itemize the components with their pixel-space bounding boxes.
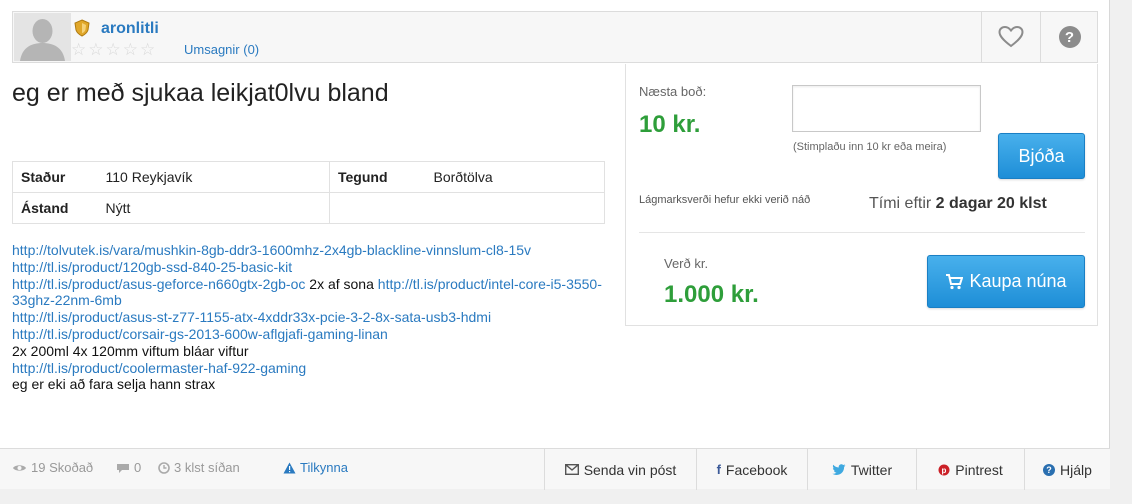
time-remaining: Tími eftir 2 dagar 20 klst <box>869 195 1047 213</box>
empty-cell <box>425 192 605 224</box>
page-title: eg er með sjukaa leikjat0lvu bland <box>12 79 389 107</box>
share-twitter-button[interactable]: Twitter <box>807 449 916 490</box>
bid-amount-input[interactable] <box>792 85 981 132</box>
next-bid-label: Næsta boð: <box>639 84 707 99</box>
bid-hint: (Stimplaðu inn 10 kr eða meira) <box>793 141 947 153</box>
seller-header: aronlitli ☆ ☆ ☆ ☆ ☆ Umsagnir (0) ? <box>12 11 1098 63</box>
seller-username[interactable]: aronlitli <box>101 20 159 38</box>
warning-icon <box>283 462 296 473</box>
description-link[interactable]: http://tl.is/product/asus-st-z77-1155-at… <box>12 309 491 325</box>
footer-help-button[interactable]: ? Hjálp <box>1024 449 1110 490</box>
report-label: Tilkynna <box>300 460 348 475</box>
rating-stars: ☆ ☆ ☆ ☆ ☆ <box>71 41 155 58</box>
bid-panel: Næsta boð: 10 kr. (Stimplaðu inn 10 kr e… <box>625 64 1098 326</box>
star-icon: ☆ <box>71 40 87 59</box>
listing-description: http://tolvutek.is/vara/mushkin-8gb-ddr3… <box>12 242 602 393</box>
share-twitter-label: Twitter <box>850 461 893 478</box>
buy-now-label: Kaupa núna <box>969 271 1067 291</box>
footer-help-label: Hjálp <box>1060 461 1092 478</box>
views-stat: 19 Skoðað <box>12 460 93 475</box>
reviews-link[interactable]: Umsagnir (0) <box>184 42 259 57</box>
facebook-icon: f <box>716 462 721 477</box>
description-text: 2x af sona <box>305 275 378 292</box>
posted-stat: 3 klst síðan <box>158 460 240 475</box>
star-icon: ☆ <box>122 40 138 59</box>
type-label: Tegund <box>329 161 426 193</box>
description-link[interactable]: http://tl.is/product/coolermaster-haf-92… <box>12 360 306 376</box>
description-link[interactable]: http://tl.is/product/corsair-gs-2013-600… <box>12 326 388 342</box>
table-row: Staður 110 Reykjavík Tegund Borðtölva <box>12 161 605 193</box>
share-email-button[interactable]: Senda vin póst <box>544 449 696 490</box>
question-icon: ? <box>1058 26 1081 48</box>
attributes-table: Staður 110 Reykjavík Tegund Borðtölva Ás… <box>12 161 605 224</box>
share-facebook-button[interactable]: f Facebook <box>696 449 807 490</box>
posted-time: 3 klst síðan <box>174 460 240 475</box>
type-value: Borðtölva <box>425 161 605 193</box>
empty-cell <box>329 192 426 224</box>
views-count: 19 Skoðað <box>31 460 94 475</box>
cart-icon <box>946 273 964 289</box>
envelope-icon <box>564 464 579 475</box>
share-facebook-label: Facebook <box>725 461 788 478</box>
next-bid-value: 10 kr. <box>639 111 701 138</box>
svg-text:p: p <box>942 466 947 475</box>
listing-card: aronlitli ☆ ☆ ☆ ☆ ☆ Umsagnir (0) ? eg er… <box>0 0 1110 490</box>
description-link[interactable]: http://tolvutek.is/vara/mushkin-8gb-ddr3… <box>12 242 531 258</box>
pinterest-icon: p <box>938 464 950 475</box>
table-row: Ástand Nýtt <box>12 192 605 224</box>
bid-button[interactable]: Bjóða <box>998 133 1085 179</box>
location-label: Staður <box>12 161 98 193</box>
report-link[interactable]: Tilkynna <box>283 460 348 475</box>
star-icon: ☆ <box>140 40 156 59</box>
divider <box>639 232 1085 233</box>
footer-bar: 19 Skoðað 0 3 klst síðan Tilkynna Senda … <box>0 448 1110 490</box>
price-label: Verð kr. <box>664 256 709 271</box>
description-text: eg er eki að fara selja hann strax <box>12 376 216 393</box>
time-label: Tími eftir <box>869 195 932 212</box>
location-value: 110 Reykjavík <box>97 161 330 193</box>
share-pinterest-button[interactable]: p Pintrest <box>916 449 1024 490</box>
star-icon: ☆ <box>88 40 104 59</box>
condition-value: Nýtt <box>97 192 330 224</box>
comments-count: 0 <box>134 460 142 475</box>
favorite-button[interactable] <box>981 12 1039 62</box>
comment-icon <box>117 463 129 473</box>
buy-now-button[interactable]: Kaupa núna <box>927 255 1085 308</box>
eye-icon <box>13 464 26 471</box>
description-link[interactable]: http://tl.is/product/120gb-ssd-840-25-ba… <box>12 259 292 275</box>
question-icon: ? <box>1043 463 1056 476</box>
user-silhouette-icon <box>14 13 71 61</box>
description-link[interactable]: http://tl.is/product/asus-geforce-n660gt… <box>12 276 305 292</box>
clock-icon <box>158 461 170 474</box>
help-button[interactable]: ? <box>1040 12 1098 62</box>
shield-badge-icon <box>74 19 90 37</box>
reserve-status: Lágmarksverði hefur ekki verið náð <box>639 194 811 206</box>
share-pinterest-label: Pintrest <box>955 461 1003 478</box>
description-text: 2x 200ml 4x 120mm viftum bláar viftur <box>12 342 249 359</box>
share-email-label: Senda vin póst <box>583 461 677 478</box>
star-icon: ☆ <box>105 40 121 59</box>
condition-label: Ástand <box>12 192 98 224</box>
time-value: 2 dagar 20 klst <box>935 195 1047 212</box>
avatar[interactable] <box>14 13 71 61</box>
comments-stat: 0 <box>116 460 141 475</box>
price-value: 1.000 kr. <box>664 281 759 308</box>
heart-icon <box>997 26 1024 48</box>
twitter-icon <box>832 464 846 475</box>
